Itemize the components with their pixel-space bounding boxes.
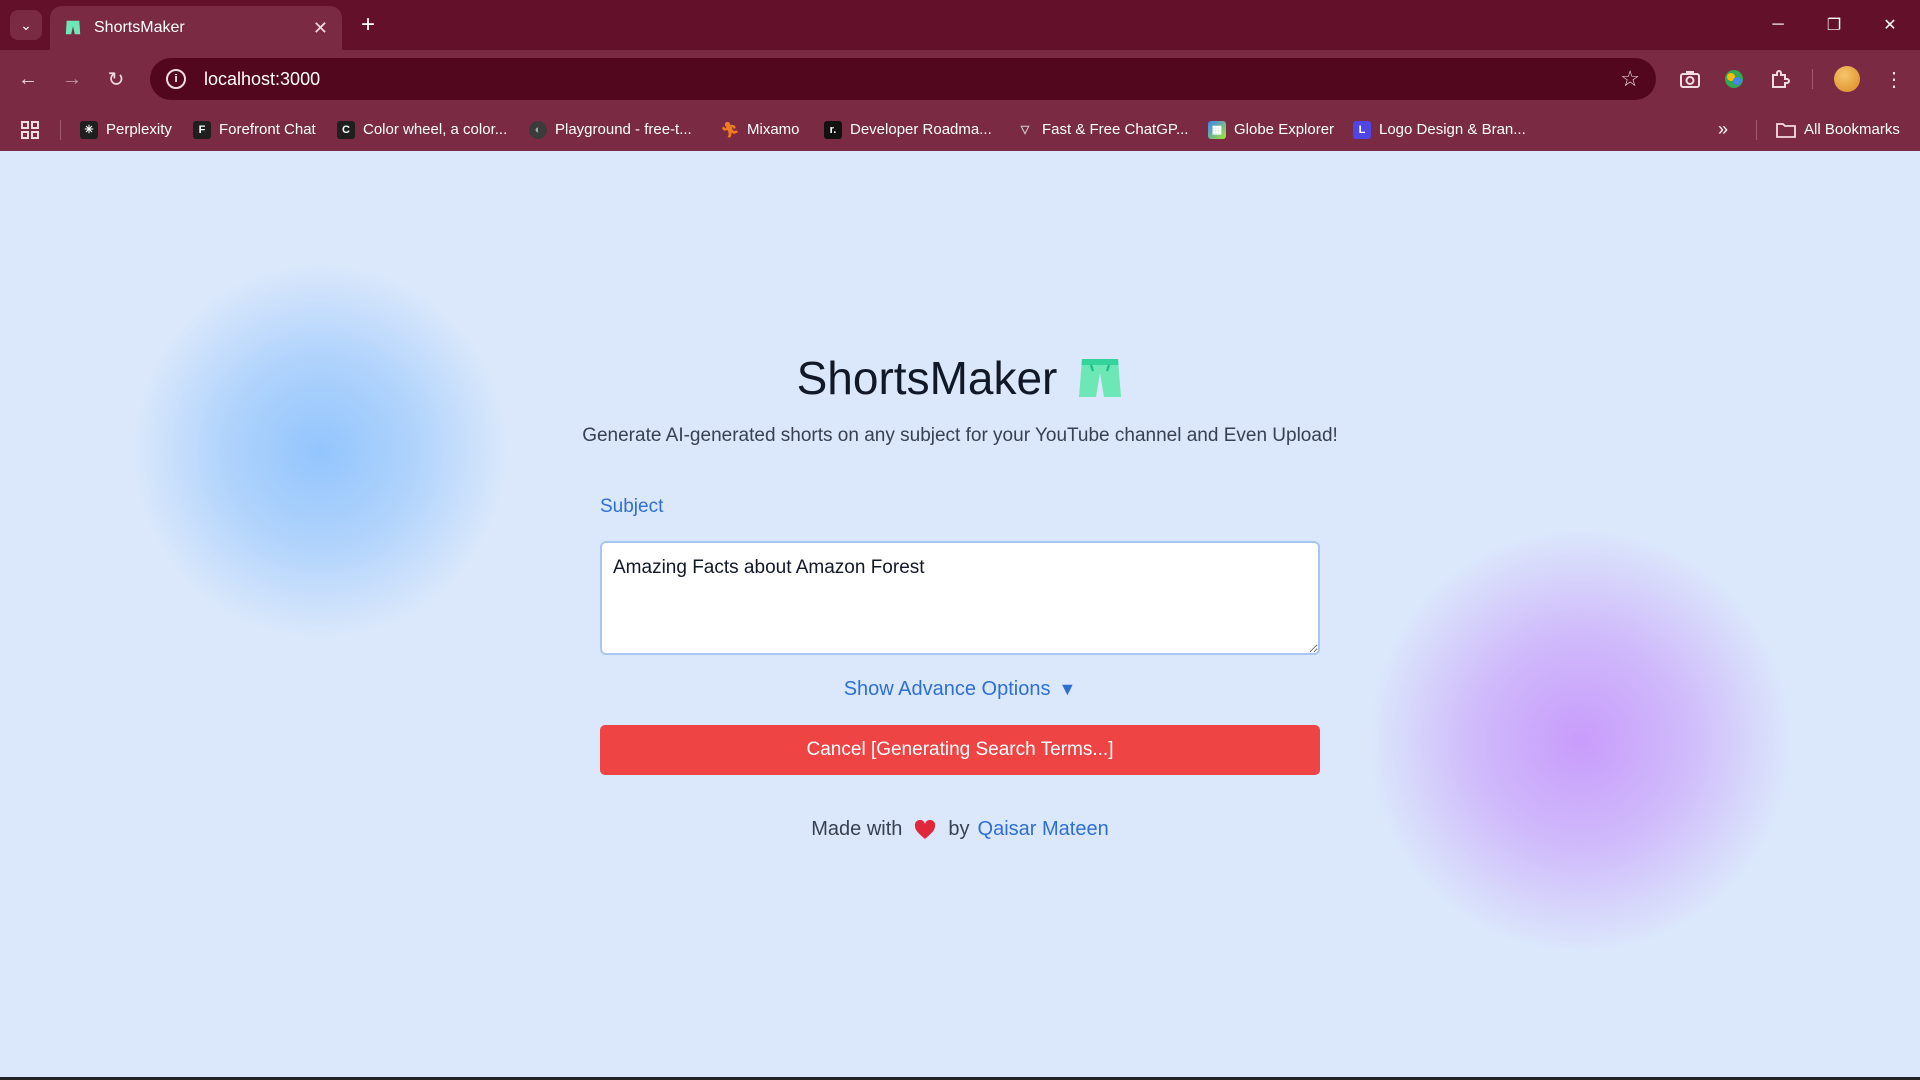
bookmark-fast-free-chatgpt[interactable]: ▽ Fast & Free ChatGP... <box>1016 108 1189 151</box>
bookmark-label: Mixamo <box>747 121 800 138</box>
bookmark-label: Logo Design & Bran... <box>1379 121 1526 138</box>
extension-colorful-icon[interactable] <box>1718 63 1750 95</box>
triangle-down-icon: ▼ <box>1058 679 1077 699</box>
browser-tab-active[interactable]: ShortsMaker ✕ <box>50 6 342 50</box>
mixamo-icon: 🏃︎ <box>720 121 740 139</box>
heart-icon <box>915 819 936 839</box>
reload-icon[interactable]: ↻ <box>100 63 132 95</box>
bookmark-label: Playground - free-t... <box>555 121 692 138</box>
address-bar[interactable]: i localhost:3000 ☆ <box>150 58 1656 100</box>
bookmark-label: Color wheel, a color... <box>363 121 508 138</box>
back-arrow-icon[interactable]: ← <box>12 63 44 95</box>
address-url: localhost:3000 <box>204 68 321 89</box>
decorative-purple-blob <box>1360 531 1800 951</box>
tab-title: ShortsMaker <box>94 19 185 36</box>
bookmark-label: Fast & Free ChatGP... <box>1042 121 1189 138</box>
bookmark-star-icon[interactable]: ☆ <box>1620 66 1640 92</box>
roadmap-icon: r. <box>824 120 842 139</box>
more-bookmarks-chevron-icon[interactable]: » <box>1718 108 1728 151</box>
browser-toolbar: ← → ↻ i localhost:3000 ☆ ⋮ <box>0 50 1920 108</box>
forefront-icon: F <box>193 120 211 139</box>
bookmark-label: Globe Explorer <box>1234 121 1335 138</box>
minimize-icon[interactable]: ─ <box>1750 0 1806 50</box>
page-title: ShortsMaker <box>796 352 1058 404</box>
color-wheel-icon: C <box>337 120 355 139</box>
subject-label: Subject <box>600 496 664 517</box>
restore-icon[interactable]: ❐ <box>1806 0 1862 50</box>
bookmark-label: Developer Roadma... <box>850 121 992 138</box>
browser-menu-icon[interactable]: ⋮ <box>1878 63 1910 95</box>
apps-grid-icon[interactable] <box>20 108 40 151</box>
page-subtitle: Generate AI-generated shorts on any subj… <box>582 425 1338 446</box>
browser-tab-strip: ⌄ ShortsMaker ✕ + ─ ❐ ✕ <box>0 0 1920 50</box>
bookmark-globe-explorer[interactable]: ▦ Globe Explorer <box>1208 108 1334 151</box>
bookmarks-divider <box>60 120 61 140</box>
cancel-button[interactable]: Cancel [Generating Search Terms...] <box>600 725 1320 775</box>
bookmark-logo-design[interactable]: L Logo Design & Bran... <box>1353 108 1526 151</box>
site-info-icon[interactable]: i <box>166 69 186 89</box>
bookmarks-bar: ✳ Perplexity F Forefront Chat C Color wh… <box>0 108 1920 151</box>
subject-input[interactable] <box>600 541 1320 655</box>
all-bookmarks[interactable]: All Bookmarks <box>1776 108 1900 151</box>
footer: Made with by Qaisar Mateen <box>0 818 1920 841</box>
tab-search-chevron-icon[interactable]: ⌄ <box>10 10 42 40</box>
all-bookmarks-label: All Bookmarks <box>1804 121 1900 138</box>
show-advance-options-toggle[interactable]: Show Advance Options ▼ <box>0 678 1920 701</box>
forward-arrow-icon[interactable]: → <box>56 63 88 95</box>
extensions-puzzle-icon[interactable] <box>1764 63 1796 95</box>
shorts-favicon-icon <box>65 20 81 35</box>
profile-avatar[interactable] <box>1834 66 1860 92</box>
footer-by: by <box>948 818 970 840</box>
app-heading: ShortsMaker <box>0 351 1920 405</box>
app-page: ShortsMaker Generate AI-generated shorts… <box>0 151 1920 1077</box>
advance-options-label: Show Advance Options <box>843 678 1051 700</box>
window-close-icon[interactable]: ✕ <box>1862 0 1918 50</box>
decorative-blue-blob <box>130 261 510 641</box>
footer-made-with: Made with <box>811 818 903 840</box>
chatgpt-icon: ▽ <box>1020 124 1030 136</box>
folder-icon <box>1776 122 1796 138</box>
bookmark-forefront-chat[interactable]: F Forefront Chat <box>193 108 316 151</box>
globe-icon: ▦ <box>1208 120 1226 139</box>
author-link[interactable]: Qaisar Mateen <box>978 818 1109 841</box>
tab-close-icon[interactable]: ✕ <box>313 18 328 39</box>
new-tab-icon[interactable]: + <box>352 10 384 40</box>
bookmark-developer-roadmaps[interactable]: r. Developer Roadma... <box>824 108 992 151</box>
playground-icon: ◐ <box>529 120 547 139</box>
bookmark-mixamo[interactable]: 🏃︎ Mixamo <box>720 108 800 151</box>
bookmark-playground[interactable]: ◐ Playground - free-t... <box>529 108 692 151</box>
bookmark-color-wheel[interactable]: C Color wheel, a color... <box>337 108 507 151</box>
camera-icon[interactable] <box>1674 63 1706 95</box>
bookmark-label: Perplexity <box>106 121 172 138</box>
logo-design-icon: L <box>1353 120 1371 139</box>
bookmark-perplexity[interactable]: ✳ Perplexity <box>80 108 172 151</box>
bookmarks-divider <box>1756 120 1757 140</box>
perplexity-icon: ✳ <box>80 120 98 139</box>
bookmark-label: Forefront Chat <box>219 121 316 138</box>
shorts-icon <box>1079 359 1122 397</box>
toolbar-divider <box>1812 69 1813 89</box>
